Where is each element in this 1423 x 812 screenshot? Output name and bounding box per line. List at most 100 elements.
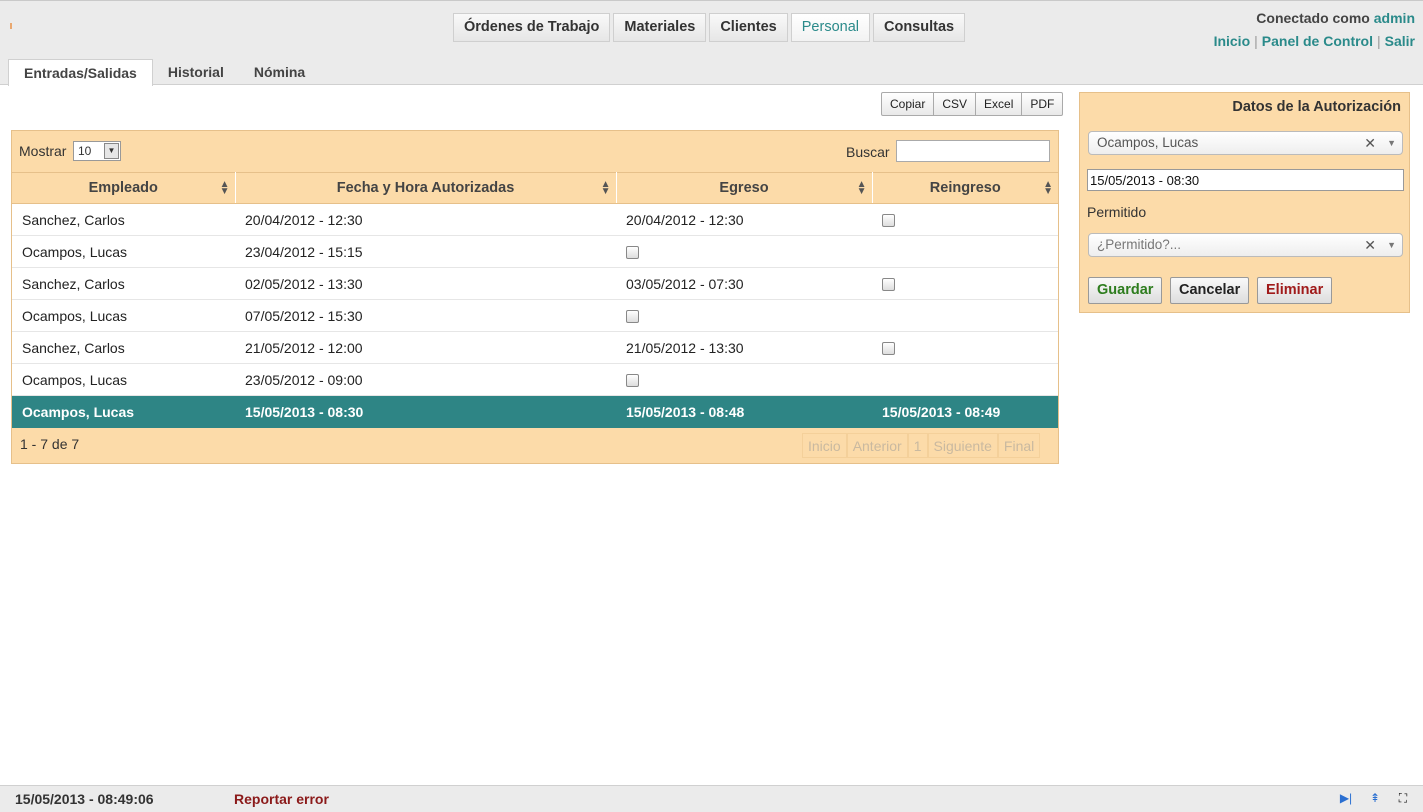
user-box: Conectado como admin Inicio | Panel de Con… — [1214, 10, 1415, 49]
table-row[interactable]: Sanchez, Carlos 21/05/2012 - 12:00 21/05… — [12, 331, 1058, 364]
sort-icon: ▲ ▼ — [1043, 179, 1053, 197]
clock: 15/05/2013 - 08:49:06 — [15, 791, 154, 807]
datetime-field[interactable] — [1087, 169, 1404, 191]
page-length-value: 10 — [78, 144, 92, 158]
save-button[interactable]: Guardar — [1088, 277, 1163, 304]
cell-egreso — [616, 235, 872, 268]
search-input[interactable] — [896, 140, 1050, 162]
egreso-checkbox[interactable] — [626, 246, 639, 260]
pager-next[interactable]: Siguiente — [927, 433, 998, 458]
pager-first[interactable]: Inicio — [802, 433, 847, 458]
clear-icon[interactable]: ✕ — [1364, 234, 1376, 256]
cell-fecha: 23/04/2012 - 15:15 — [235, 235, 616, 268]
show-label: Mostrar — [19, 143, 67, 159]
table-row[interactable]: Ocampos, Lucas 23/04/2012 - 15:15 — [12, 235, 1058, 268]
sort-icon: ▲ ▼ — [600, 179, 611, 197]
table-row[interactable]: Sanchez, Carlos 02/05/2012 - 13:30 03/05… — [12, 267, 1058, 300]
nav-consultas[interactable]: Consultas — [872, 13, 966, 42]
connected-line: Conectado como admin — [1214, 10, 1415, 26]
cell-egreso — [616, 363, 872, 396]
dropdown-arrow-icon: ▼ — [1387, 240, 1396, 250]
cell-empleado: Ocampos, Lucas — [12, 299, 235, 332]
play-end-icon[interactable]: ▶| — [1339, 791, 1353, 805]
collapse-icon[interactable]: ⇞ — [1368, 791, 1382, 805]
csv-button[interactable]: CSV — [933, 93, 975, 115]
inicio-link[interactable]: Inicio — [1214, 33, 1251, 49]
reingreso-checkbox[interactable] — [882, 214, 895, 228]
permitido-select[interactable]: ¿Permitido?... ✕ ▼ — [1088, 233, 1403, 257]
excel-button[interactable]: Excel — [975, 93, 1021, 115]
panel-title: Datos de la Autorización — [1232, 99, 1401, 115]
column-label: Egreso — [719, 180, 769, 196]
employee-select[interactable]: Ocampos, Lucas ✕ ▼ — [1088, 131, 1403, 155]
separator: | — [1377, 33, 1381, 49]
authorization-form-panel: Datos de la Autorización Ocampos, Lucas … — [1079, 92, 1410, 313]
cell-reingreso: 15/05/2013 - 08:49 — [872, 395, 1058, 428]
cell-empleado: Sanchez, Carlos — [12, 203, 235, 236]
column-header-fecha[interactable]: Fecha y Hora Autorizadas ▲ ▼ — [235, 172, 617, 204]
reingreso-checkbox[interactable] — [882, 342, 895, 356]
main-nav: Órdenes de Trabajo Materiales Clientes P… — [453, 13, 966, 42]
cell-empleado: Sanchez, Carlos — [12, 267, 235, 300]
column-header-reingreso[interactable]: Reingreso ▲ ▼ — [872, 172, 1058, 204]
cell-egreso: 21/05/2012 - 13:30 — [616, 331, 872, 364]
cell-reingreso — [872, 235, 1058, 268]
permitido-placeholder: ¿Permitido?... — [1097, 237, 1182, 252]
copy-button[interactable]: Copiar — [882, 93, 933, 115]
column-header-empleado[interactable]: Empleado ▲ ▼ — [12, 172, 236, 204]
pager-last[interactable]: Final — [997, 433, 1041, 458]
authorizations-table-panel: Mostrar 10 ▼ Buscar Empleado ▲ ▼ Fecha y H… — [11, 130, 1059, 464]
pdf-button[interactable]: PDF — [1021, 93, 1062, 115]
salir-link[interactable]: Salir — [1385, 33, 1415, 49]
pagination: Inicio Anterior 1 Siguiente Final — [802, 433, 1041, 458]
cancel-button[interactable]: Cancelar — [1170, 277, 1250, 304]
fullscreen-icon[interactable]: ⛶ — [1396, 791, 1410, 805]
column-header-egreso[interactable]: Egreso ▲ ▼ — [616, 172, 873, 204]
cell-empleado: Ocampos, Lucas — [12, 395, 235, 428]
reingreso-checkbox[interactable] — [882, 278, 895, 292]
cell-egreso: 03/05/2012 - 07:30 — [616, 267, 872, 300]
cell-empleado: Ocampos, Lucas — [12, 235, 235, 268]
search-label: Buscar — [846, 144, 890, 160]
nav-materiales[interactable]: Materiales — [613, 13, 707, 42]
pager-page-1[interactable]: 1 — [907, 433, 928, 458]
header-links: Inicio | Panel de Control | Salir — [1214, 33, 1415, 49]
egreso-checkbox[interactable] — [626, 310, 639, 324]
pager-previous[interactable]: Anterior — [846, 433, 908, 458]
table-row[interactable]: Ocampos, Lucas 23/05/2012 - 09:00 — [12, 363, 1058, 396]
tab-entradas-salidas[interactable]: Entradas/Salidas — [8, 59, 153, 86]
cell-reingreso — [872, 203, 1058, 236]
cell-fecha: 02/05/2012 - 13:30 — [235, 267, 616, 300]
cell-reingreso — [872, 331, 1058, 364]
delete-button[interactable]: Eliminar — [1257, 277, 1333, 304]
table-row-selected[interactable]: Ocampos, Lucas 15/05/2013 - 08:30 15/05/… — [12, 395, 1058, 428]
table-row[interactable]: Sanchez, Carlos 20/04/2012 - 12:30 20/04… — [12, 203, 1058, 236]
separator: | — [1254, 33, 1258, 49]
table-info: 1 - 7 de 7 — [20, 436, 80, 452]
employee-select-value: Ocampos, Lucas — [1097, 135, 1199, 150]
nav-ordenes[interactable]: Órdenes de Trabajo — [453, 13, 611, 42]
panel-control-link[interactable]: Panel de Control — [1262, 33, 1373, 49]
username-link[interactable]: admin — [1374, 10, 1415, 26]
column-label: Reingreso — [929, 180, 1001, 196]
egreso-checkbox[interactable] — [626, 374, 639, 388]
connected-label: Conectado como — [1256, 10, 1370, 26]
nav-personal[interactable]: Personal — [790, 13, 870, 42]
cell-empleado: Ocampos, Lucas — [12, 363, 235, 396]
table-row[interactable]: Ocampos, Lucas 07/05/2012 - 15:30 — [12, 299, 1058, 332]
page-length-select[interactable]: 10 ▼ — [73, 141, 121, 161]
tab-historial[interactable]: Historial — [153, 59, 239, 86]
sort-icon: ▲ ▼ — [219, 179, 230, 197]
report-error-link[interactable]: Reportar error — [234, 791, 329, 807]
nav-clientes[interactable]: Clientes — [709, 13, 788, 42]
cell-fecha: 15/05/2013 - 08:30 — [235, 395, 616, 428]
cell-fecha: 07/05/2012 - 15:30 — [235, 299, 616, 332]
sort-icon: ▲ ▼ — [856, 179, 867, 197]
column-label: Empleado — [88, 180, 158, 196]
dropdown-arrow-icon: ▼ — [1387, 138, 1396, 148]
cell-reingreso — [872, 363, 1058, 396]
cell-reingreso — [872, 267, 1058, 300]
clear-icon[interactable]: ✕ — [1364, 132, 1376, 154]
cell-reingreso — [872, 299, 1058, 332]
tab-nomina[interactable]: Nómina — [239, 59, 320, 86]
